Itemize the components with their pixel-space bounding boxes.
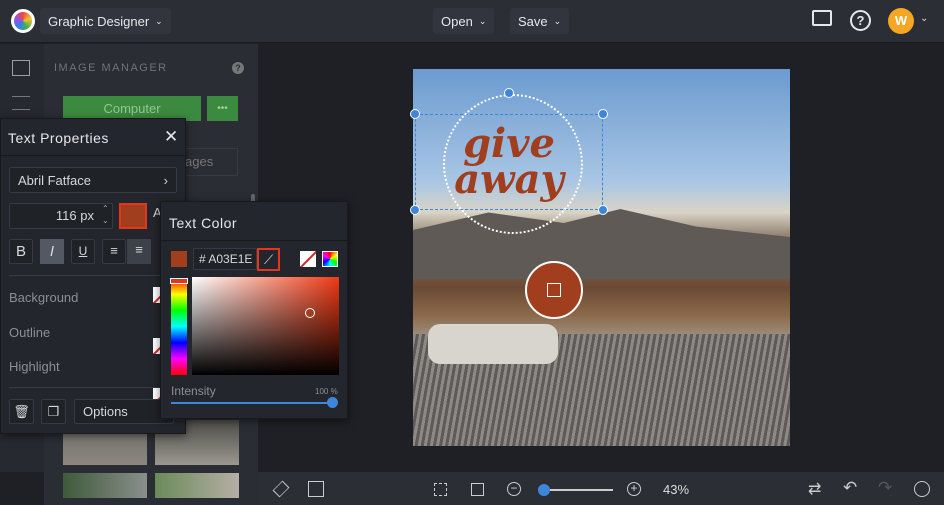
panel-title: Text Properties [8,130,109,146]
options-button[interactable]: Options [74,399,174,424]
top-bar: Graphic Designer ⌄ Open ⌄ Save ⌄ ? W ⌄ [0,0,944,43]
delete-button[interactable]: 🗑 [9,399,34,424]
bold-button[interactable]: B [9,239,33,264]
open-label: Open [441,13,473,29]
zoom-in-button[interactable]: + [627,482,641,496]
thumbnail[interactable] [63,473,147,498]
flip-icon[interactable]: ⇄ [808,479,821,499]
close-icon[interactable]: ✕ [164,127,178,147]
highlight-label: Highlight [9,359,60,374]
layers-icon[interactable] [272,480,290,498]
canvas-text-line: away [454,156,564,203]
help-icon[interactable]: ? [850,10,871,31]
towel [428,324,558,364]
chevron-right-icon: › [163,172,168,188]
font-size-input[interactable]: 116 px [9,203,113,229]
hex-input[interactable]: # A03E1E [193,248,257,270]
chevron-down-icon: ⌄ [553,15,562,26]
expand-icon[interactable] [471,483,484,496]
zoom-level: 43% [663,482,690,497]
redo-icon[interactable]: ↷ [878,478,892,498]
canvas-area: give away [258,44,944,472]
avatar[interactable]: W [888,8,914,34]
more-button[interactable]: ••• [207,96,238,121]
rotate-handle[interactable] [504,88,514,98]
history-icon[interactable] [914,481,930,497]
thumbnail[interactable] [155,473,239,498]
layout-icon[interactable] [308,481,324,497]
bottom-bar: − + 43% ⇄ ↶ ↷ [258,472,944,505]
font-name: Abril Fatface [18,172,91,188]
align-center-button[interactable]: ≡ [127,239,151,264]
undo-icon[interactable]: ↶ [843,478,857,498]
save-label: Save [518,13,548,29]
align-left-button[interactable]: ≡ [102,239,126,264]
resize-handle[interactable] [410,109,420,119]
chevron-down-icon[interactable]: ⌄ [920,13,928,24]
underline-button[interactable]: U [71,239,95,264]
open-button[interactable]: Open ⌄ [433,8,495,34]
app-logo[interactable] [11,9,35,33]
eyedropper-icon[interactable]: ⟋ [257,248,280,271]
hue-slider-thumb[interactable] [170,278,188,284]
zoom-slider-thumb[interactable] [538,484,550,496]
comment-icon[interactable] [812,10,832,26]
color-spectrum-icon[interactable] [322,251,338,267]
save-button[interactable]: Save ⌄ [510,8,570,34]
chevron-down-icon: ⌄ [155,15,163,26]
saturation-picker[interactable] [192,277,339,375]
zoom-out-button[interactable]: − [507,482,521,496]
current-color-swatch [171,251,187,267]
chevron-down-icon: ⌄ [478,15,487,26]
hex-value: # A03E1E [199,252,253,266]
eyedropper-target[interactable] [525,261,583,319]
options-label: Options [83,404,128,419]
project-dropdown[interactable]: Graphic Designer ⌄ [40,8,171,34]
duplicate-button[interactable]: ❐ [41,399,66,424]
text-color-panel: Text Color # A03E1E ⟋ Intensity 100 % [160,201,349,419]
resize-handle[interactable] [598,205,608,215]
outline-label: Outline [9,325,51,340]
project-name: Graphic Designer [48,13,150,29]
panel-title: IMAGE MANAGER [54,62,168,74]
no-color-swatch[interactable] [300,251,316,267]
my-images-label: ages [185,154,214,169]
picker-thumb[interactable] [305,308,315,318]
italic-button[interactable]: I [40,239,64,264]
panel-title: Text Color [169,215,238,231]
hue-slider[interactable] [171,278,187,375]
help-icon[interactable]: ? [232,62,244,74]
background-label: Background [9,290,79,305]
resize-handle[interactable] [598,109,608,119]
adjust-icon[interactable] [12,96,30,110]
fit-screen-icon[interactable] [434,483,447,496]
resize-handle[interactable] [410,205,420,215]
font-size-value: 116 px [55,208,94,223]
text-color-button[interactable] [119,203,147,229]
intensity-slider[interactable] [171,402,335,404]
intensity-slider-thumb[interactable] [327,397,338,408]
intensity-label: Intensity [171,384,216,398]
canvas-text[interactable]: give away [415,124,603,203]
font-select[interactable]: Abril Fatface › [9,167,177,193]
text-properties-panel: Text Properties ✕ Abril Fatface › 116 px … [0,118,187,434]
intensity-value: 100 % [315,387,338,396]
image-icon[interactable] [12,60,30,76]
size-stepper[interactable]: ⌃ ⌄ [102,203,109,227]
